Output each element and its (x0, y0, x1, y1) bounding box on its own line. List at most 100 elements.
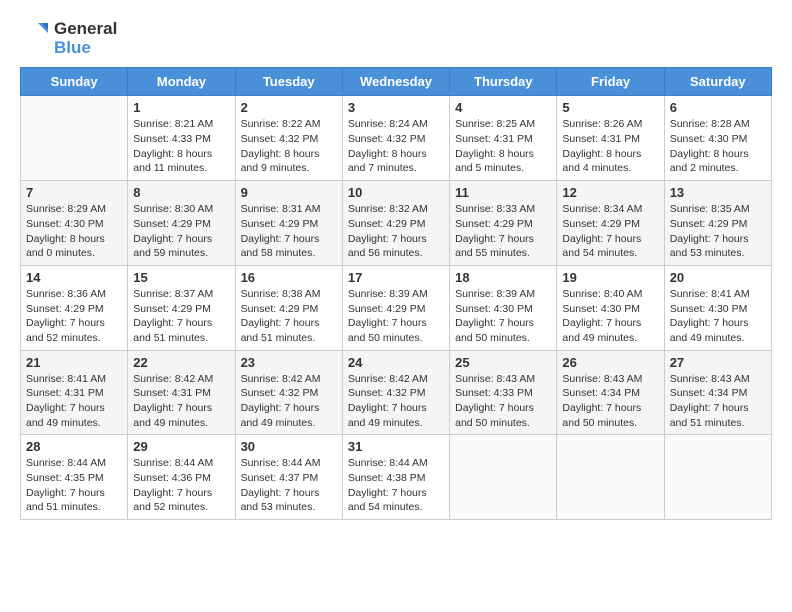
calendar-cell: 28 Sunrise: 8:44 AMSunset: 4:35 PMDayligh… (21, 435, 128, 520)
day-info: Sunrise: 8:33 AMSunset: 4:29 PMDaylight:… (455, 202, 551, 261)
day-number: 10 (348, 185, 444, 200)
calendar-cell: 23 Sunrise: 8:42 AMSunset: 4:32 PMDayligh… (235, 350, 342, 435)
day-info: Sunrise: 8:32 AMSunset: 4:29 PMDaylight:… (348, 202, 444, 261)
logo-icon (20, 21, 50, 57)
day-info: Sunrise: 8:43 AMSunset: 4:34 PMDaylight:… (562, 372, 658, 431)
calendar-cell (21, 96, 128, 181)
day-number: 5 (562, 100, 658, 115)
calendar-cell: 8 Sunrise: 8:30 AMSunset: 4:29 PMDaylight… (128, 181, 235, 266)
day-number: 4 (455, 100, 551, 115)
week-row-3: 21 Sunrise: 8:41 AMSunset: 4:31 PMDayligh… (21, 350, 772, 435)
calendar-cell: 30 Sunrise: 8:44 AMSunset: 4:37 PMDayligh… (235, 435, 342, 520)
day-info: Sunrise: 8:42 AMSunset: 4:31 PMDaylight:… (133, 372, 229, 431)
day-info: Sunrise: 8:39 AMSunset: 4:29 PMDaylight:… (348, 287, 444, 346)
day-info: Sunrise: 8:40 AMSunset: 4:30 PMDaylight:… (562, 287, 658, 346)
day-info: Sunrise: 8:44 AMSunset: 4:37 PMDaylight:… (241, 456, 337, 515)
day-number: 29 (133, 439, 229, 454)
weekday-header-friday: Friday (557, 68, 664, 96)
day-info: Sunrise: 8:25 AMSunset: 4:31 PMDaylight:… (455, 117, 551, 176)
day-info: Sunrise: 8:37 AMSunset: 4:29 PMDaylight:… (133, 287, 229, 346)
calendar-cell: 1Sunrise: 8:21 AMSunset: 4:33 PMDaylight… (128, 96, 235, 181)
day-number: 2 (241, 100, 337, 115)
calendar-cell: 25Sunrise: 8:43 AMSunset: 4:33 PMDayligh… (450, 350, 557, 435)
day-number: 8 (133, 185, 229, 200)
day-info: Sunrise: 8:35 AMSunset: 4:29 PMDaylight:… (670, 202, 766, 261)
calendar-cell: 9 Sunrise: 8:31 AMSunset: 4:29 PMDaylight… (235, 181, 342, 266)
day-info: Sunrise: 8:44 AMSunset: 4:36 PMDaylight:… (133, 456, 229, 515)
day-number: 3 (348, 100, 444, 115)
calendar-cell: 16 Sunrise: 8:38 AMSunset: 4:29 PMDayligh… (235, 265, 342, 350)
day-number: 24 (348, 355, 444, 370)
calendar-cell: 29 Sunrise: 8:44 AMSunset: 4:36 PMDayligh… (128, 435, 235, 520)
week-row-4: 28 Sunrise: 8:44 AMSunset: 4:35 PMDayligh… (21, 435, 772, 520)
day-number: 1 (133, 100, 229, 115)
calendar-cell (557, 435, 664, 520)
logo: GeneralBlue (20, 20, 117, 57)
calendar-cell: 22 Sunrise: 8:42 AMSunset: 4:31 PMDayligh… (128, 350, 235, 435)
day-info: Sunrise: 8:42 AMSunset: 4:32 PMDaylight:… (241, 372, 337, 431)
weekday-header-sunday: Sunday (21, 68, 128, 96)
logo-blue: Blue (54, 39, 117, 58)
calendar-cell: 20Sunrise: 8:41 AMSunset: 4:30 PMDayligh… (664, 265, 771, 350)
week-row-2: 14Sunrise: 8:36 AMSunset: 4:29 PMDayligh… (21, 265, 772, 350)
day-info: Sunrise: 8:29 AMSunset: 4:30 PMDaylight:… (26, 202, 122, 261)
calendar-cell: 4 Sunrise: 8:25 AMSunset: 4:31 PMDaylight… (450, 96, 557, 181)
day-number: 23 (241, 355, 337, 370)
day-info: Sunrise: 8:44 AMSunset: 4:35 PMDaylight:… (26, 456, 122, 515)
weekday-header-saturday: Saturday (664, 68, 771, 96)
day-number: 19 (562, 270, 658, 285)
calendar-cell: 2 Sunrise: 8:22 AMSunset: 4:32 PMDaylight… (235, 96, 342, 181)
calendar-cell: 14Sunrise: 8:36 AMSunset: 4:29 PMDayligh… (21, 265, 128, 350)
logo-general: General (54, 20, 117, 39)
day-info: Sunrise: 8:43 AMSunset: 4:34 PMDaylight:… (670, 372, 766, 431)
day-number: 31 (348, 439, 444, 454)
calendar-cell: 5 Sunrise: 8:26 AMSunset: 4:31 PMDaylight… (557, 96, 664, 181)
calendar-cell: 21 Sunrise: 8:41 AMSunset: 4:31 PMDayligh… (21, 350, 128, 435)
day-info: Sunrise: 8:31 AMSunset: 4:29 PMDaylight:… (241, 202, 337, 261)
weekday-header-thursday: Thursday (450, 68, 557, 96)
day-number: 26 (562, 355, 658, 370)
calendar-cell: 12Sunrise: 8:34 AMSunset: 4:29 PMDayligh… (557, 181, 664, 266)
weekday-header-wednesday: Wednesday (342, 68, 449, 96)
calendar-cell: 31 Sunrise: 8:44 AMSunset: 4:38 PMDayligh… (342, 435, 449, 520)
calendar-cell (664, 435, 771, 520)
day-number: 14 (26, 270, 122, 285)
weekday-header-tuesday: Tuesday (235, 68, 342, 96)
day-info: Sunrise: 8:28 AMSunset: 4:30 PMDaylight:… (670, 117, 766, 176)
header: GeneralBlue (20, 20, 772, 57)
day-number: 15 (133, 270, 229, 285)
weekday-header-row: SundayMondayTuesdayWednesdayThursdayFrid… (21, 68, 772, 96)
day-number: 18 (455, 270, 551, 285)
calendar-cell: 19 Sunrise: 8:40 AMSunset: 4:30 PMDayligh… (557, 265, 664, 350)
day-number: 6 (670, 100, 766, 115)
calendar-cell: 11 Sunrise: 8:33 AMSunset: 4:29 PMDayligh… (450, 181, 557, 266)
day-number: 27 (670, 355, 766, 370)
logo-text: GeneralBlue (54, 20, 117, 57)
day-info: Sunrise: 8:44 AMSunset: 4:38 PMDaylight:… (348, 456, 444, 515)
week-row-1: 7 Sunrise: 8:29 AMSunset: 4:30 PMDaylight… (21, 181, 772, 266)
calendar-cell: 18 Sunrise: 8:39 AMSunset: 4:30 PMDayligh… (450, 265, 557, 350)
day-info: Sunrise: 8:38 AMSunset: 4:29 PMDaylight:… (241, 287, 337, 346)
day-info: Sunrise: 8:41 AMSunset: 4:31 PMDaylight:… (26, 372, 122, 431)
day-number: 21 (26, 355, 122, 370)
day-info: Sunrise: 8:26 AMSunset: 4:31 PMDaylight:… (562, 117, 658, 176)
day-info: Sunrise: 8:34 AMSunset: 4:29 PMDaylight:… (562, 202, 658, 261)
day-number: 22 (133, 355, 229, 370)
day-info: Sunrise: 8:39 AMSunset: 4:30 PMDaylight:… (455, 287, 551, 346)
calendar-cell: 3Sunrise: 8:24 AMSunset: 4:32 PMDaylight… (342, 96, 449, 181)
day-number: 28 (26, 439, 122, 454)
day-number: 7 (26, 185, 122, 200)
day-info: Sunrise: 8:22 AMSunset: 4:32 PMDaylight:… (241, 117, 337, 176)
day-info: Sunrise: 8:41 AMSunset: 4:30 PMDaylight:… (670, 287, 766, 346)
day-number: 16 (241, 270, 337, 285)
calendar-cell: 17 Sunrise: 8:39 AMSunset: 4:29 PMDayligh… (342, 265, 449, 350)
day-number: 11 (455, 185, 551, 200)
day-info: Sunrise: 8:42 AMSunset: 4:32 PMDaylight:… (348, 372, 444, 431)
day-info: Sunrise: 8:43 AMSunset: 4:33 PMDaylight:… (455, 372, 551, 431)
day-number: 17 (348, 270, 444, 285)
day-number: 9 (241, 185, 337, 200)
calendar-cell: 7 Sunrise: 8:29 AMSunset: 4:30 PMDaylight… (21, 181, 128, 266)
calendar-cell: 15 Sunrise: 8:37 AMSunset: 4:29 PMDayligh… (128, 265, 235, 350)
day-info: Sunrise: 8:30 AMSunset: 4:29 PMDaylight:… (133, 202, 229, 261)
day-number: 30 (241, 439, 337, 454)
